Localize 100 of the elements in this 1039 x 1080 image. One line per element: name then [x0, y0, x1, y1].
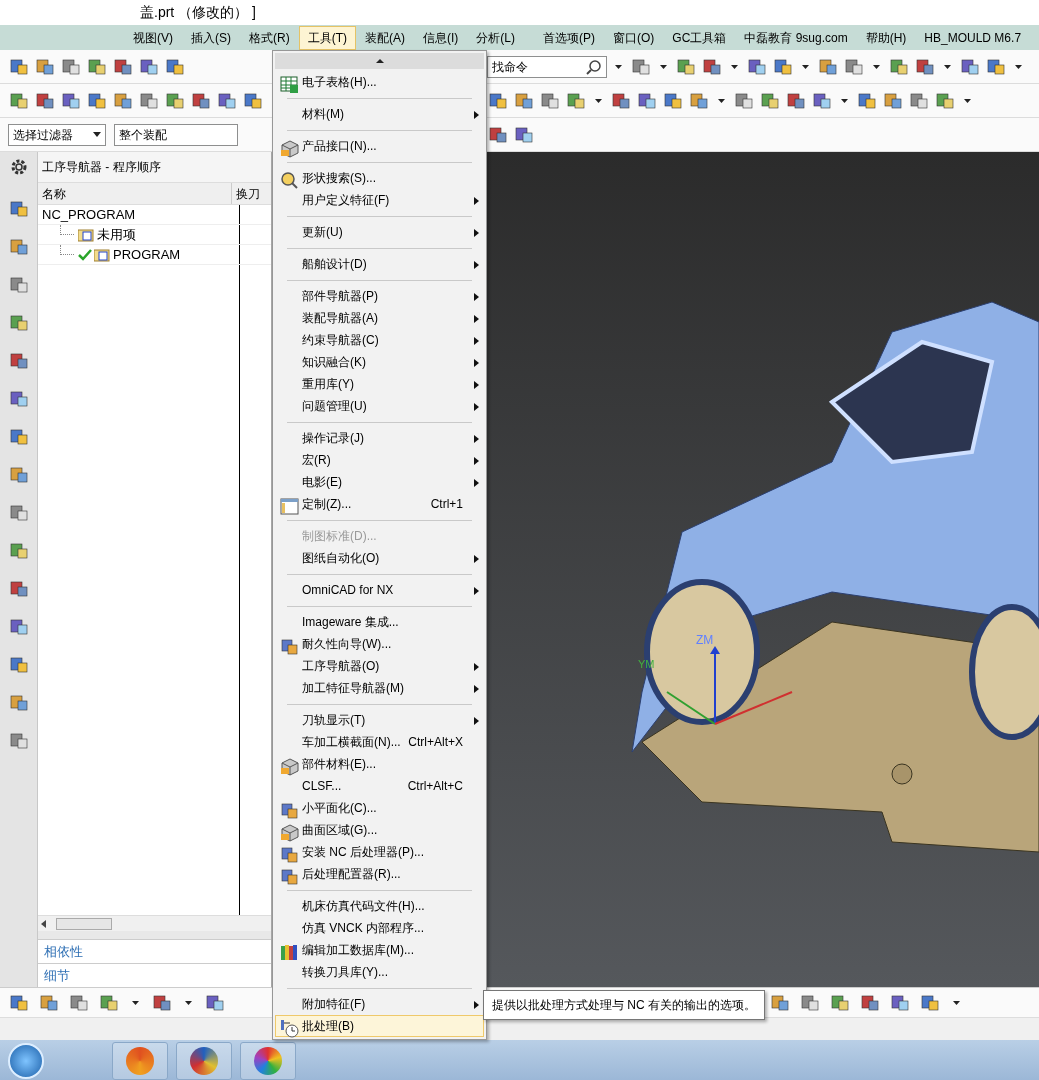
- caret-icon[interactable]: [615, 64, 622, 69]
- caret-icon[interactable]: [132, 1000, 139, 1005]
- resource-bar-icon[interactable]: [7, 540, 30, 562]
- menu-item[interactable]: 宏(R): [275, 449, 484, 471]
- menu-item[interactable]: 部件材料(E)...: [275, 753, 484, 775]
- resource-bar-icon[interactable]: [7, 464, 30, 486]
- search-field[interactable]: 找命令: [487, 55, 607, 78]
- menu-item[interactable]: 仿真 VNCK 内部程序...: [275, 917, 484, 939]
- menu-item[interactable]: 操作记录(J): [275, 427, 484, 449]
- caret-icon[interactable]: [944, 64, 951, 69]
- caret-icon[interactable]: [1015, 64, 1022, 69]
- start-button[interactable]: [8, 1043, 44, 1079]
- menu-item[interactable]: 用户定义特征(F): [275, 189, 484, 211]
- caret-icon[interactable]: [718, 98, 725, 103]
- menu-item[interactable]: 知识融合(K): [275, 351, 484, 373]
- menu-item[interactable]: 插入(S): [182, 26, 240, 50]
- menu-item[interactable]: 转换刀具库(Y)...: [275, 961, 484, 983]
- caret-icon[interactable]: [802, 64, 809, 69]
- menu-item[interactable]: 刀轨显示(T): [275, 709, 484, 731]
- menu-item[interactable]: 信息(I): [414, 26, 468, 50]
- menu-item[interactable]: 分析(L): [467, 26, 524, 50]
- resource-bar-icon[interactable]: [7, 388, 30, 410]
- resource-bar-icon[interactable]: [7, 502, 30, 524]
- menu-item[interactable]: 附加特征(F): [275, 993, 484, 1015]
- resource-bar-icon[interactable]: [7, 236, 30, 258]
- resource-bar-icon[interactable]: [7, 274, 30, 296]
- caret-icon[interactable]: [185, 1000, 192, 1005]
- resource-bar-icon[interactable]: [7, 312, 30, 334]
- table-icon: [279, 74, 299, 94]
- resource-bar-icon[interactable]: [7, 654, 30, 676]
- submenu-arrow-icon: [474, 717, 479, 725]
- column-header[interactable]: 名称: [38, 183, 233, 204]
- menu-item[interactable]: 部件导航器(P): [275, 285, 484, 307]
- menu-item[interactable]: 装配导航器(A): [275, 307, 484, 329]
- menu-item[interactable]: 问题管理(U): [275, 395, 484, 417]
- menu-item[interactable]: 耐久性向导(W)...: [275, 633, 484, 655]
- menu-item[interactable]: 装配(A): [356, 26, 414, 50]
- menu-item[interactable]: 图纸自动化(O): [275, 547, 484, 569]
- menu-item[interactable]: 加工特征导航器(M): [275, 677, 484, 699]
- caret-icon[interactable]: [731, 64, 738, 69]
- menu-item[interactable]: 帮助(H): [856, 26, 916, 50]
- tree-item[interactable]: 未用项: [97, 224, 136, 245]
- resource-bar-icon[interactable]: [7, 730, 30, 752]
- caret-icon[interactable]: [841, 98, 848, 103]
- caret-icon[interactable]: [660, 64, 667, 69]
- menu-item[interactable]: 工序导航器(O): [275, 655, 484, 677]
- menu-item[interactable]: 窗口(O): [604, 26, 664, 50]
- caret-icon[interactable]: [873, 64, 880, 69]
- menu-item[interactable]: 定制(Z)... Ctrl+1: [275, 493, 484, 515]
- window-title: 盖.prt （修改的） ]: [140, 4, 256, 20]
- caret-icon[interactable]: [953, 1000, 960, 1005]
- tree-item[interactable]: PROGRAM: [113, 244, 181, 265]
- menu-item[interactable]: 形状搜索(S)...: [275, 167, 484, 189]
- menu-item[interactable]: Imageware 集成...: [275, 611, 484, 633]
- menu-item[interactable]: 材料(M): [275, 103, 484, 125]
- menu-item[interactable]: 曲面区域(G)...: [275, 819, 484, 841]
- menu-item[interactable]: 小平面化(C)...: [275, 797, 484, 819]
- menu-item[interactable]: 视图(V): [124, 26, 182, 50]
- selection-filter-dropdown[interactable]: 选择过滤器: [8, 123, 106, 146]
- menu-item[interactable]: 产品接口(N)...: [275, 135, 484, 157]
- box-icon: [279, 138, 299, 158]
- menu-item[interactable]: HB_MOULD M6.7: [915, 26, 1031, 50]
- menu-item[interactable]: 后处理配置器(R)...: [275, 863, 484, 885]
- menu-item[interactable]: 电子表格(H)...: [275, 71, 484, 93]
- resource-bar-icon[interactable]: [7, 426, 30, 448]
- menu-item[interactable]: 格式(R): [240, 26, 299, 50]
- resource-bar-icon[interactable]: [7, 198, 30, 220]
- taskbar-app-button[interactable]: [176, 1042, 232, 1080]
- magnifier-icon: [279, 170, 299, 190]
- menu-item[interactable]: 约束导航器(C): [275, 329, 484, 351]
- assembly-scope-field[interactable]: 整个装配: [114, 123, 238, 146]
- resource-bar-icon[interactable]: [7, 692, 30, 714]
- tree-item[interactable]: NC_PROGRAM: [42, 204, 136, 225]
- menu-item[interactable]: 重用库(Y): [275, 373, 484, 395]
- submenu-arrow-icon: [474, 229, 479, 237]
- submenu-arrow-icon: [474, 663, 479, 671]
- scrollbar-thumb[interactable]: [56, 917, 112, 930]
- menu-item[interactable]: 编辑加工数据库(M)...: [275, 939, 484, 961]
- menu-item[interactable]: 更新(U): [275, 221, 484, 243]
- menu-item[interactable]: 船舶设计(D): [275, 253, 484, 275]
- menu-item[interactable]: CLSF... Ctrl+Alt+C: [275, 775, 484, 797]
- menu-item[interactable]: 工具(T): [298, 26, 356, 50]
- menu-item[interactable]: 电影(E): [275, 471, 484, 493]
- menu-item[interactable]: 机床仿真代码文件(H)...: [275, 895, 484, 917]
- menu-item[interactable]: 安装 NC 后处理器(P)...: [275, 841, 484, 863]
- menu-item[interactable]: 批处理(B): [275, 1015, 484, 1037]
- menu-item[interactable]: 首选项(P): [534, 26, 604, 50]
- caret-icon[interactable]: [964, 98, 971, 103]
- menu-item[interactable]: OmniCAD for NX: [275, 579, 484, 601]
- resource-bar-icon[interactable]: [7, 350, 30, 372]
- column-header[interactable]: 换刀: [232, 183, 271, 204]
- caret-icon[interactable]: [595, 98, 602, 103]
- resource-bar-icon[interactable]: [7, 616, 30, 638]
- taskbar-app-button[interactable]: [240, 1042, 296, 1080]
- resource-bar-icon[interactable]: [7, 578, 30, 600]
- taskbar-app-button[interactable]: [112, 1042, 168, 1080]
- menu-item[interactable]: 车加工横截面(N)... Ctrl+Alt+X: [275, 731, 484, 753]
- menu-item[interactable]: 中磊教育 9sug.com: [735, 26, 857, 50]
- submenu-arrow-icon: [474, 403, 479, 411]
- menu-item[interactable]: GC工具箱: [663, 26, 736, 50]
